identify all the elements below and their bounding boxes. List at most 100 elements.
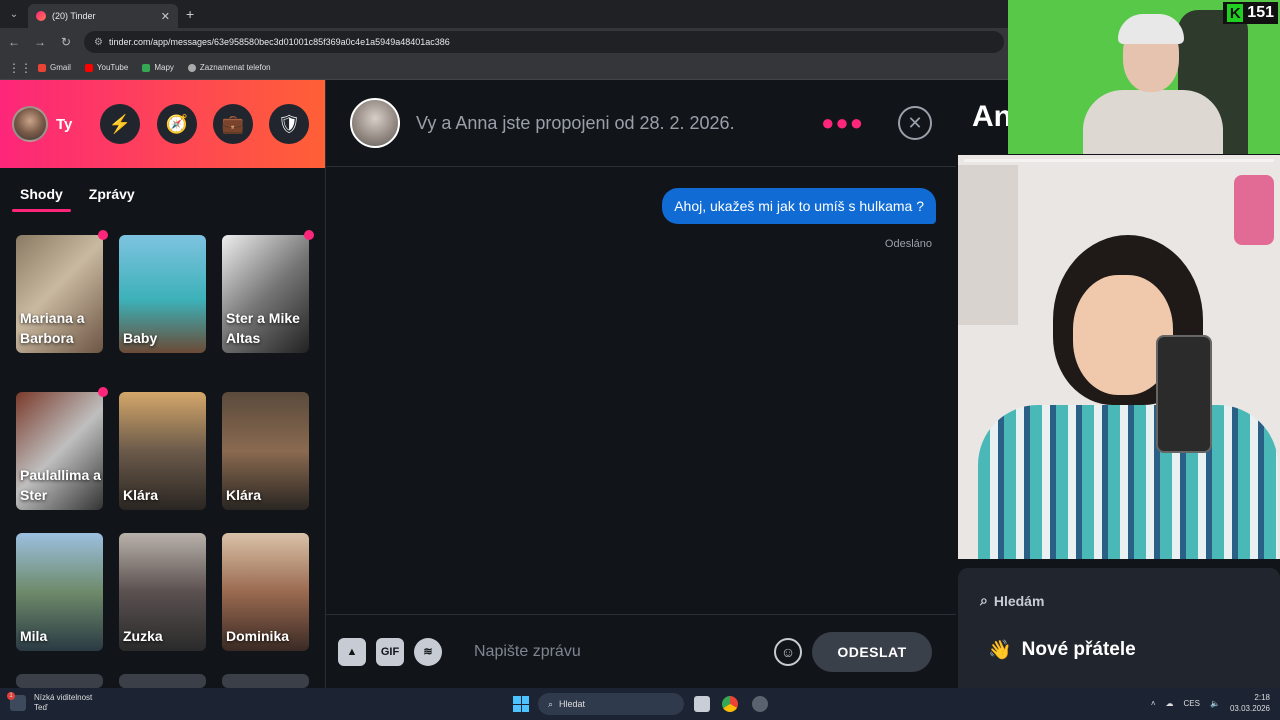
match-card[interactable]: Klára bbox=[222, 392, 309, 510]
bookmark-label: Zaznamenat telefon bbox=[199, 63, 271, 72]
webcam-person-body bbox=[1083, 90, 1223, 154]
url-field[interactable]: ⚙ tinder.com/app/messages/63e958580bec3d… bbox=[84, 31, 1004, 53]
weather-widget[interactable]: 1 Nízká viditelnost Teď bbox=[7, 692, 92, 713]
reload-icon[interactable]: ↻ bbox=[58, 35, 74, 49]
new-match-dot bbox=[98, 387, 108, 397]
profile-name: An bbox=[972, 100, 1012, 133]
match-name: Mila bbox=[20, 628, 48, 644]
tab-title: (20) Tinder bbox=[52, 11, 96, 21]
match-card[interactable]: Paulallima a Ster bbox=[16, 392, 103, 510]
close-tab-icon[interactable]: ✕ bbox=[161, 10, 170, 23]
new-tab-icon[interactable]: + bbox=[186, 6, 194, 22]
volume-icon[interactable]: 🔈 bbox=[1210, 699, 1220, 708]
clock-date: 03.03.2026 bbox=[1229, 704, 1270, 713]
clock[interactable]: 2:18 03.03.2026 bbox=[1230, 692, 1270, 714]
photo-progress-bar bbox=[964, 159, 1274, 162]
tab-search-icon[interactable]: ⌄ bbox=[0, 0, 28, 28]
briefcase-icon[interactable]: 💼 bbox=[213, 104, 253, 144]
match-card[interactable]: Klára bbox=[119, 392, 206, 510]
match-name: Ster a Mike Altas bbox=[226, 310, 300, 346]
new-match-dot bbox=[304, 230, 314, 240]
match-avatar[interactable] bbox=[350, 98, 400, 148]
weather-sub: Teď bbox=[34, 703, 48, 712]
profile-photo[interactable] bbox=[958, 155, 1280, 559]
weather-icon: 1 bbox=[7, 692, 26, 711]
search-label: Hledat bbox=[559, 699, 586, 709]
photo-sweater bbox=[978, 405, 1278, 559]
browser-tab[interactable]: (20) Tinder ✕ bbox=[28, 4, 178, 28]
gmail-icon bbox=[38, 63, 46, 72]
link-icon bbox=[187, 63, 196, 72]
match-name: Baby bbox=[123, 330, 158, 346]
tab-matches[interactable]: Shody bbox=[12, 186, 71, 212]
chat-panel: Vy a Anna jste propojeni od 28. 2. 2026.… bbox=[326, 80, 956, 688]
match-card[interactable] bbox=[119, 674, 206, 688]
notification-count: 1 bbox=[7, 692, 15, 700]
my-profile-label: Ty bbox=[56, 115, 73, 133]
system-tray: ˄ ☁ CES 🔈 2:18 03.03.2026 bbox=[1151, 692, 1270, 714]
message-input[interactable]: Napište zprávu bbox=[452, 643, 764, 661]
match-card[interactable] bbox=[222, 674, 309, 688]
address-bar: ← → ↻ ⚙ tinder.com/app/messages/63e95858… bbox=[0, 28, 1010, 56]
tab-messages[interactable]: Zprávy bbox=[89, 186, 135, 206]
bookmark-mapy[interactable]: Mapy bbox=[142, 63, 174, 72]
app-icon[interactable] bbox=[752, 696, 768, 712]
start-button[interactable] bbox=[513, 696, 529, 712]
more-options-icon[interactable]: ●●● bbox=[821, 110, 864, 136]
bookmark-gmail[interactable]: Gmail bbox=[38, 63, 71, 72]
match-card[interactable] bbox=[16, 674, 103, 688]
match-card[interactable]: Baby bbox=[119, 235, 206, 353]
site-info-icon[interactable]: ⚙ bbox=[94, 37, 103, 48]
close-chat-icon[interactable]: ✕ bbox=[898, 106, 932, 140]
chrome-icon[interactable] bbox=[722, 696, 738, 712]
youtube-icon bbox=[84, 63, 93, 72]
network-icon[interactable]: ☁ bbox=[1166, 699, 1174, 708]
emoji-icon[interactable]: ☺ bbox=[774, 637, 802, 666]
photo-curtain bbox=[958, 165, 1018, 325]
match-name: Paulallima a Ster bbox=[20, 467, 101, 503]
apps-icon[interactable]: ⋮⋮ bbox=[8, 61, 32, 75]
viewer-badge: K 151 bbox=[1223, 2, 1278, 24]
viewer-count: 151 bbox=[1247, 4, 1274, 21]
match-card[interactable]: Mariana a Barbora bbox=[16, 235, 103, 353]
weather-title: Nízká viditelnost bbox=[34, 693, 93, 702]
bookmark-label: Gmail bbox=[50, 63, 71, 72]
sidebar-tabs: Shody Zprávy bbox=[0, 174, 325, 218]
bookmark-phone[interactable]: Zaznamenat telefon bbox=[187, 63, 271, 72]
match-name: Dominika bbox=[226, 628, 290, 644]
photo-towel bbox=[1234, 175, 1274, 245]
match-card[interactable]: Dominika bbox=[222, 533, 309, 651]
kick-logo-icon: K bbox=[1227, 4, 1244, 22]
spotify-icon[interactable]: ≋ bbox=[414, 637, 442, 666]
wave-icon: 👋 bbox=[988, 640, 1012, 661]
match-card[interactable]: Zuzka bbox=[119, 533, 206, 651]
search-icon: ⌕ bbox=[548, 698, 554, 709]
boost-icon[interactable]: ⚡ bbox=[100, 104, 140, 144]
screen: { "browser": { "tab_title": "(20) Tinder… bbox=[0, 0, 1280, 720]
tinder-favicon-icon bbox=[36, 11, 46, 21]
shield-icon[interactable]: 🛡 bbox=[269, 104, 309, 144]
my-profile[interactable]: Ty bbox=[12, 106, 72, 142]
match-name: Klára bbox=[226, 487, 262, 503]
gif-button[interactable]: GIF bbox=[376, 637, 404, 666]
bookmarks-bar: ⋮⋮ Gmail YouTube Mapy Zaznamenat telefon bbox=[0, 56, 1010, 80]
bookmark-label: Mapy bbox=[154, 63, 174, 72]
match-card[interactable]: Mila bbox=[16, 533, 103, 651]
contact-card-icon[interactable]: ▲ bbox=[338, 637, 366, 666]
webcam-overlay: K 151 bbox=[1008, 0, 1280, 154]
send-button[interactable]: ODESLAT bbox=[812, 631, 932, 672]
file-explorer-icon[interactable] bbox=[694, 696, 710, 712]
forward-icon[interactable]: → bbox=[32, 35, 48, 49]
explore-icon[interactable]: 🧭 bbox=[157, 104, 197, 144]
bookmark-youtube[interactable]: YouTube bbox=[84, 63, 128, 72]
photo-phone bbox=[1156, 335, 1212, 453]
avatar bbox=[12, 106, 48, 142]
back-icon[interactable]: ← bbox=[6, 35, 22, 49]
match-card[interactable]: Ster a Mike Altas bbox=[222, 235, 309, 353]
lang-indicator[interactable]: CES bbox=[1184, 699, 1200, 708]
weather-text: Nízká viditelnost Teď bbox=[34, 693, 92, 713]
chevron-up-icon[interactable]: ˄ bbox=[1151, 699, 1156, 708]
looking-for-label: Hledám bbox=[993, 592, 1045, 609]
taskbar-search[interactable]: ⌕ Hledat bbox=[538, 693, 684, 715]
looking-for-card: ⌕ Hledám 👋 Nové přátele bbox=[958, 568, 1280, 688]
